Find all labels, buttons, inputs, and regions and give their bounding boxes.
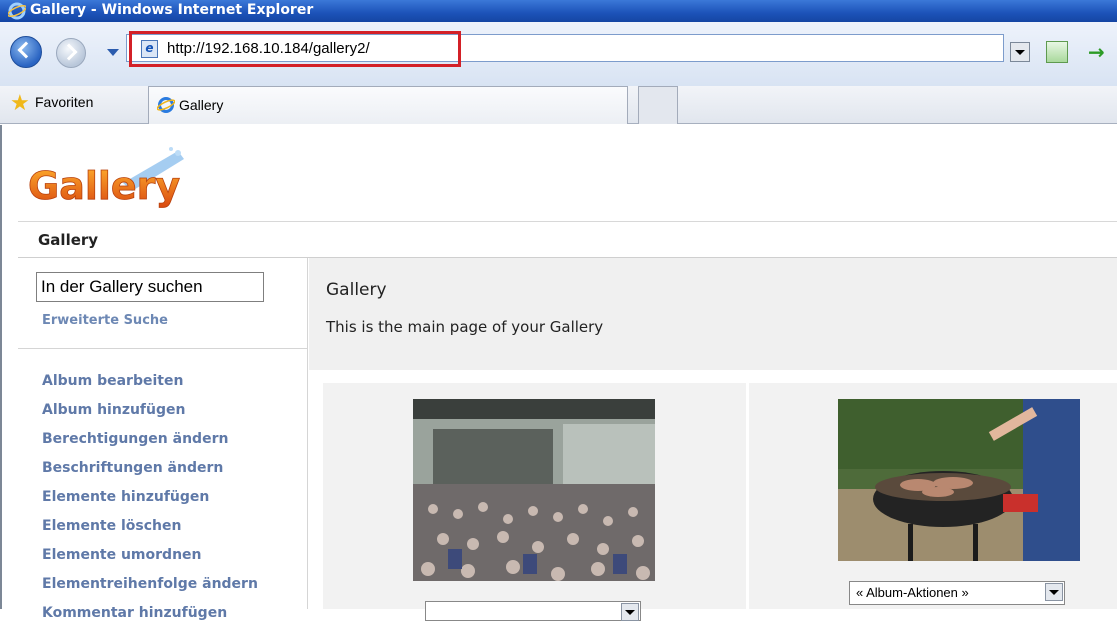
album-thumbnail-grill[interactable] xyxy=(838,399,1080,561)
advanced-search-link[interactable]: Erweiterte Suche xyxy=(42,313,168,328)
back-button[interactable] xyxy=(10,36,42,68)
back-arrow-icon xyxy=(17,41,35,59)
address-url[interactable]: http://192.168.10.184/gallery2/ xyxy=(167,40,370,57)
ie-tab-icon xyxy=(157,97,175,113)
album-actions-select[interactable]: « Album-Aktionen » xyxy=(849,581,1065,605)
logo-wordmark: Gallery xyxy=(28,164,180,208)
window-title: Gallery - Windows Internet Explorer xyxy=(30,2,314,18)
sidebar: In der Gallery suchen Erweiterte Suche A… xyxy=(18,258,308,621)
address-dropdown-button[interactable] xyxy=(1010,42,1030,62)
address-bar[interactable]: e http://192.168.10.184/gallery2/ xyxy=(126,31,1004,67)
favorites-star-icon[interactable]: ★ xyxy=(10,93,32,115)
navigation-bar: e http://192.168.10.184/gallery2/ → xyxy=(0,22,1117,86)
sidebar-link-album-hinzufuegen[interactable]: Album hinzufügen xyxy=(42,400,258,429)
page-icon: e xyxy=(141,40,158,58)
history-dropdown-icon[interactable] xyxy=(107,49,119,56)
album-thumbnail-concert[interactable] xyxy=(413,399,655,581)
window-titlebar: Gallery - Windows Internet Explorer xyxy=(0,0,1117,22)
divider xyxy=(18,221,1117,222)
tabs-bar: ★ Favoriten Gallery xyxy=(0,86,1117,124)
chevron-down-icon[interactable] xyxy=(621,603,639,621)
divider xyxy=(18,348,308,349)
gallery-logo: Gallery xyxy=(28,147,184,208)
compatibility-view-icon[interactable] xyxy=(1046,41,1068,63)
search-input[interactable]: In der Gallery suchen xyxy=(36,272,264,302)
sidebar-links: Album bearbeiten Album hinzufügen Berech… xyxy=(42,371,258,632)
forward-button[interactable] xyxy=(56,38,86,68)
sidebar-link-berechtigungen[interactable]: Berechtigungen ändern xyxy=(42,429,258,458)
favorites-label[interactable]: Favoriten xyxy=(35,94,93,110)
page-description: This is the main page of your Gallery xyxy=(326,318,604,336)
album-item: « Album-Aktionen » xyxy=(749,383,1117,609)
main-header: Gallery This is the main page of your Ga… xyxy=(309,258,1117,370)
album-actions-select[interactable] xyxy=(425,601,641,621)
sidebar-link-beschriftungen[interactable]: Beschriftungen ändern xyxy=(42,458,258,487)
page-title: Gallery xyxy=(326,280,387,300)
forward-arrow-icon xyxy=(60,43,78,61)
sidebar-link-elemente-umordnen[interactable]: Elemente umordnen xyxy=(42,545,258,574)
new-tab-button[interactable] xyxy=(638,86,678,124)
album-actions-value: « Album-Aktionen » xyxy=(856,585,969,600)
ie-logo-icon xyxy=(8,2,26,20)
tab-gallery[interactable]: Gallery xyxy=(148,86,628,124)
sidebar-link-album-bearbeiten[interactable]: Album bearbeiten xyxy=(42,371,258,400)
sidebar-link-elemente-loeschen[interactable]: Elemente löschen xyxy=(42,516,258,545)
sidebar-link-elementreihenfolge[interactable]: Elementreihenfolge ändern xyxy=(42,574,258,603)
sidebar-link-elemente-hinzufuegen[interactable]: Elemente hinzufügen xyxy=(42,487,258,516)
breadcrumb[interactable]: Gallery xyxy=(38,231,98,249)
page-content: Gallery Gallery In der Gallery suchen Er… xyxy=(0,125,1117,621)
album-item xyxy=(323,383,746,621)
chevron-down-icon[interactable] xyxy=(1045,583,1063,601)
go-arrow-icon[interactable]: → xyxy=(1088,41,1112,63)
sidebar-link-kommentar[interactable]: Kommentar hinzufügen xyxy=(42,603,258,632)
tab-label: Gallery xyxy=(179,97,224,113)
